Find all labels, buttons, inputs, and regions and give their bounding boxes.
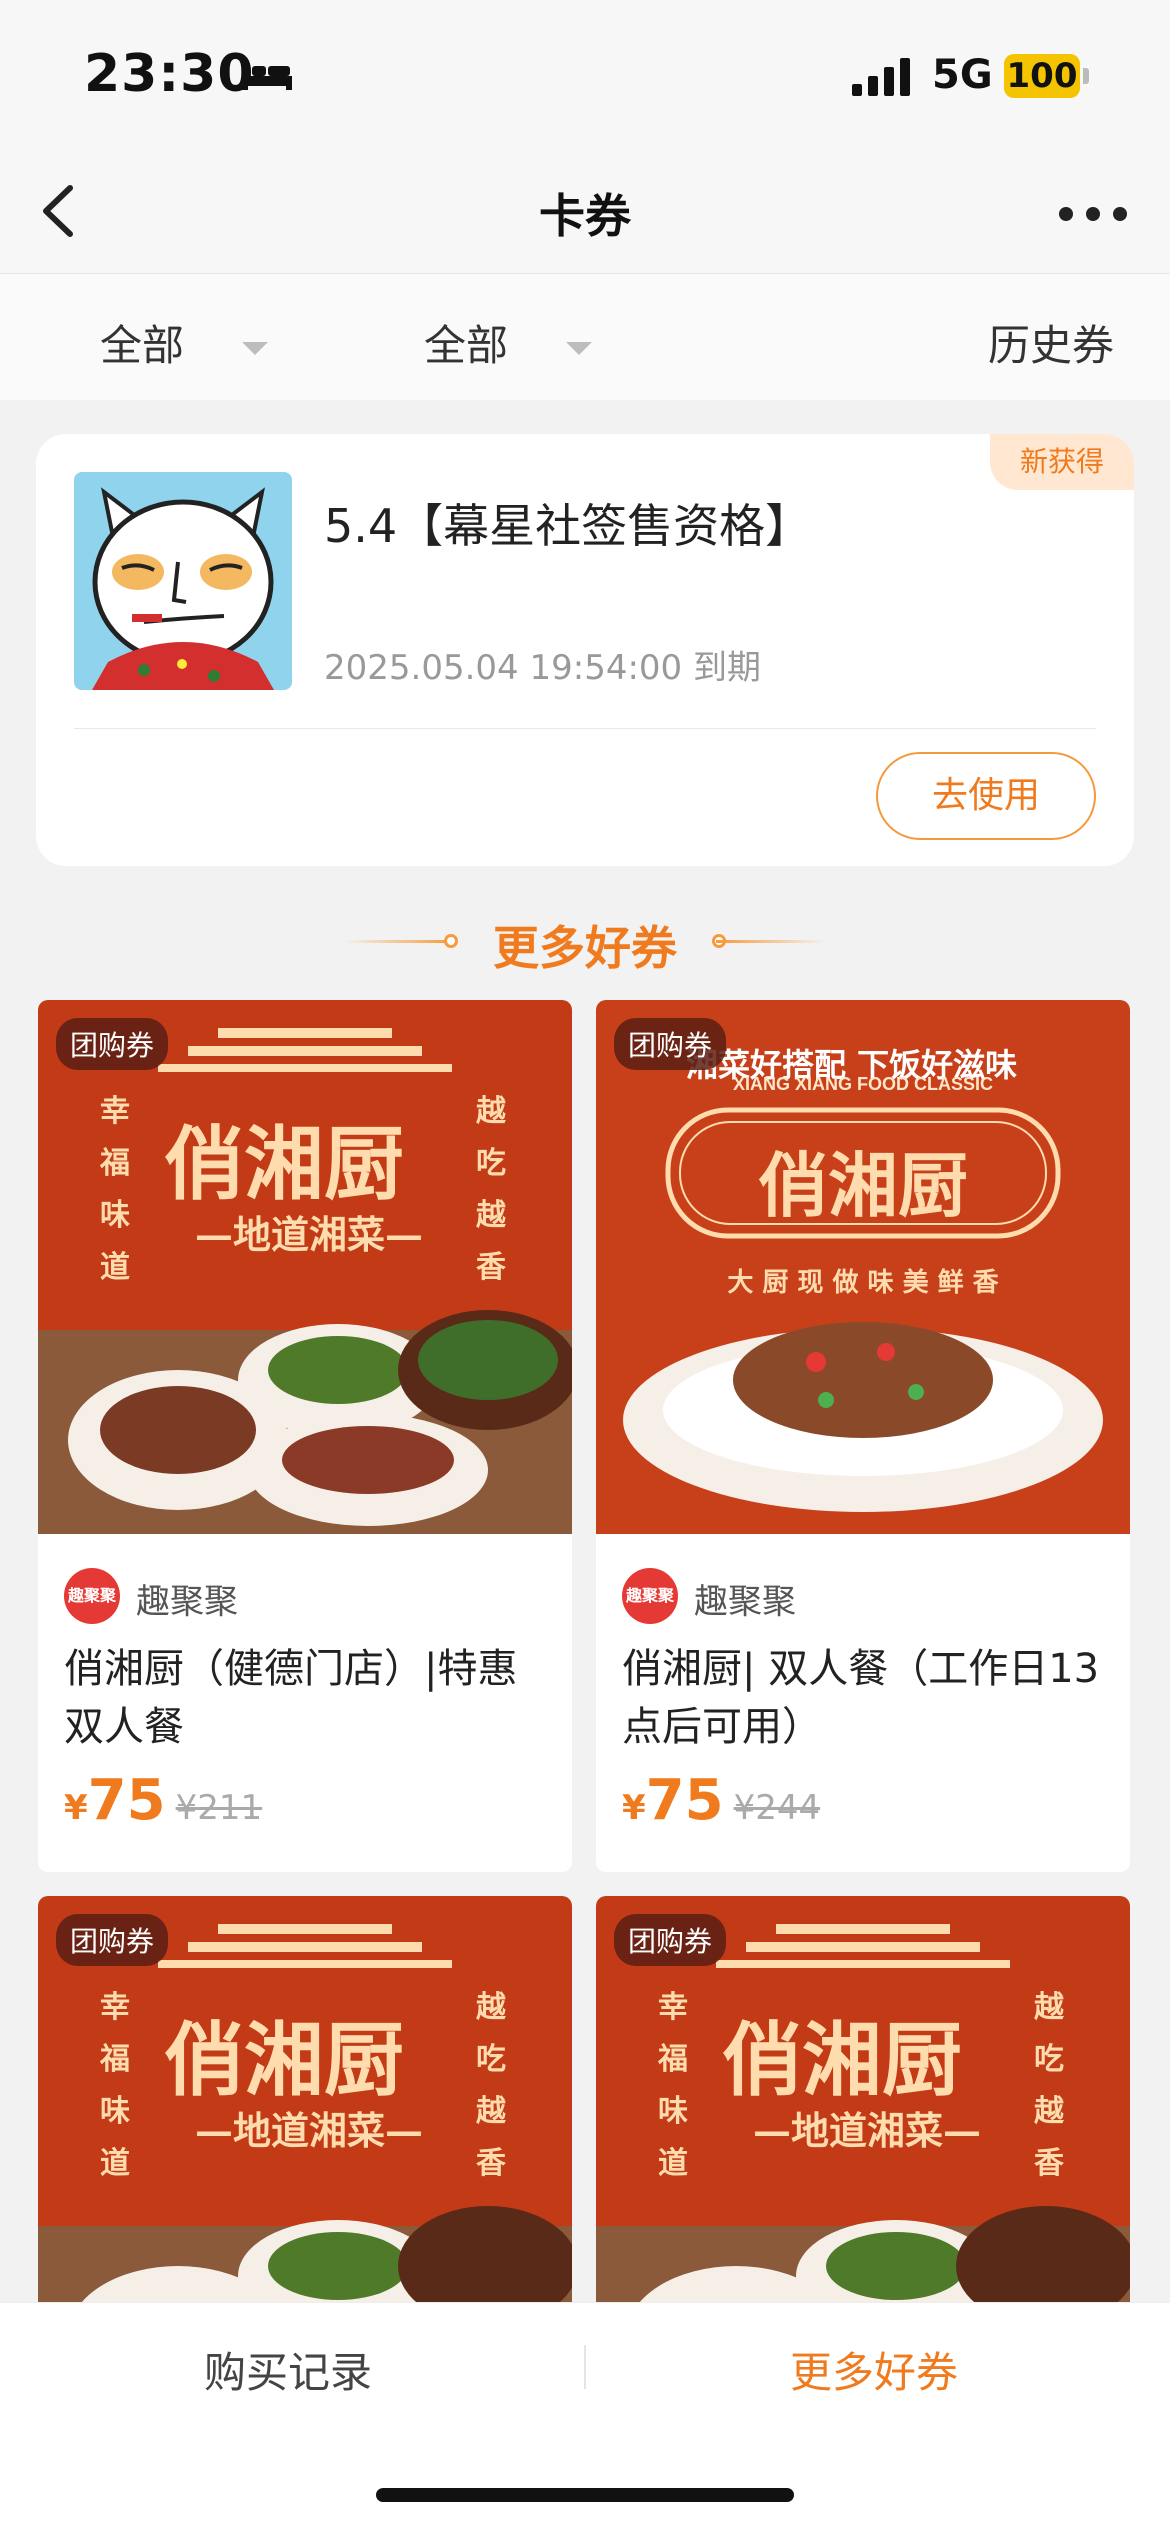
shop-name: 趣聚聚	[694, 1582, 796, 1622]
sleep-focus-icon	[242, 64, 292, 90]
poster-right-text: 越吃越香	[1034, 1990, 1064, 2181]
price-value: 75	[645, 1768, 724, 1833]
section-title: 更多好券	[493, 921, 677, 975]
original-price: ¥211	[175, 1788, 263, 1828]
tab-more-coupons[interactable]: 更多好券	[790, 2339, 958, 2400]
section-heading: 更多好券	[0, 906, 1170, 976]
product-price: ¥75 ¥211	[64, 1768, 262, 1833]
poster-subtitle: —地道湘菜—	[194, 1212, 423, 1257]
currency-symbol: ¥	[64, 1788, 88, 1828]
product-image: 湘菜好搭配 下饭好滋味 XIANG XIANG FOOD CLASSIC 俏湘厨…	[596, 1000, 1130, 1534]
shop-logo: 趣聚聚	[64, 1568, 120, 1624]
more-options-icon[interactable]	[1058, 206, 1128, 222]
coupon-avatar	[74, 472, 292, 690]
coupon-expiry: 2025.05.04 19:54:00 到期	[324, 648, 761, 688]
battery-cap	[1083, 68, 1089, 84]
status-time: 23:30	[84, 44, 255, 104]
group-buy-tag: 团购券	[56, 1914, 169, 1966]
poster-brand: 俏湘厨	[164, 1117, 404, 1211]
product-image: 俏湘厨 —地道湘菜— 幸福味道 越吃越香 团购券	[38, 1000, 572, 1534]
poster-left-text: 幸福味道	[658, 1990, 688, 2181]
status-bar: 23:30 5G 100	[0, 0, 1170, 150]
product-price: ¥75 ¥244	[622, 1768, 820, 1833]
original-price: ¥244	[733, 1788, 821, 1828]
group-buy-tag: 团购券	[614, 1018, 727, 1070]
coupon-card[interactable]: 新获得 5.4【幕星社签售资格】 2025.05.04 19:54:00 到期 …	[36, 434, 1134, 866]
history-coupons-link[interactable]: 历史券	[988, 312, 1114, 373]
new-badge: 新获得	[990, 434, 1134, 490]
chevron-down-icon	[242, 342, 269, 355]
home-indicator[interactable]	[376, 2488, 794, 2502]
poster-brand: 俏湘厨	[722, 2013, 962, 2107]
price-value: 75	[87, 1768, 166, 1833]
divider	[74, 728, 1096, 729]
battery-icon: 100	[1004, 54, 1080, 98]
poster-subtitle: —地道湘菜—	[194, 2108, 423, 2153]
page-title: 卡券	[539, 189, 631, 243]
poster-left-text: 幸福味道	[100, 1990, 130, 2181]
chevron-down-icon	[566, 342, 593, 355]
navigation-bar: 卡券	[0, 150, 1170, 274]
group-buy-tag: 团购券	[56, 1018, 169, 1070]
poster-left-text: 幸福味道	[100, 1094, 130, 1285]
coupon-title: 5.4【幕星社签售资格】	[324, 499, 812, 553]
tab-separator	[584, 2345, 586, 2389]
currency-symbol: ¥	[622, 1788, 646, 1828]
product-name: 俏湘厨| 双人餐（工作日13点后可用）	[622, 1646, 1100, 1750]
signal-icon	[852, 58, 910, 96]
filter-status-label: 全部	[424, 321, 509, 370]
filter-bar: 全部 全部 历史券	[0, 274, 1170, 400]
filter-type-dropdown[interactable]: 全部	[100, 312, 269, 373]
product-card[interactable]: 湘菜好搭配 下饭好滋味 XIANG XIANG FOOD CLASSIC 俏湘厨…	[596, 1000, 1130, 1872]
tab-purchase-records[interactable]: 购买记录	[204, 2339, 372, 2400]
use-coupon-button[interactable]: 去使用	[876, 752, 1096, 840]
decor-line-right	[716, 940, 826, 943]
poster-right-text: 越吃越香	[476, 1990, 506, 2181]
poster-right-text: 越吃越香	[476, 1094, 506, 1285]
product-card[interactable]: 俏湘厨 —地道湘菜— 幸福味道 越吃越香 团购券 趣聚聚 趣聚聚 俏湘厨（健德门…	[38, 1000, 572, 1872]
filter-status-dropdown[interactable]: 全部	[424, 312, 593, 373]
filter-type-label: 全部	[100, 321, 185, 370]
poster-english: XIANG XIANG FOOD CLASSIC	[732, 1074, 993, 1094]
poster-feature-row: 大 厨 现 做 味 美 鲜 香	[727, 1268, 999, 1298]
group-buy-tag: 团购券	[614, 1914, 727, 1966]
poster-brand: 俏湘厨	[164, 2013, 404, 2107]
poster-brand: 俏湘厨	[758, 1144, 968, 1227]
poster-subtitle: —地道湘菜—	[752, 2108, 981, 2153]
shop-logo: 趣聚聚	[622, 1568, 678, 1624]
product-name: 俏湘厨（健德门店）|特惠双人餐	[64, 1646, 518, 1750]
network-type: 5G	[932, 52, 993, 98]
shop-name: 趣聚聚	[136, 1582, 238, 1622]
